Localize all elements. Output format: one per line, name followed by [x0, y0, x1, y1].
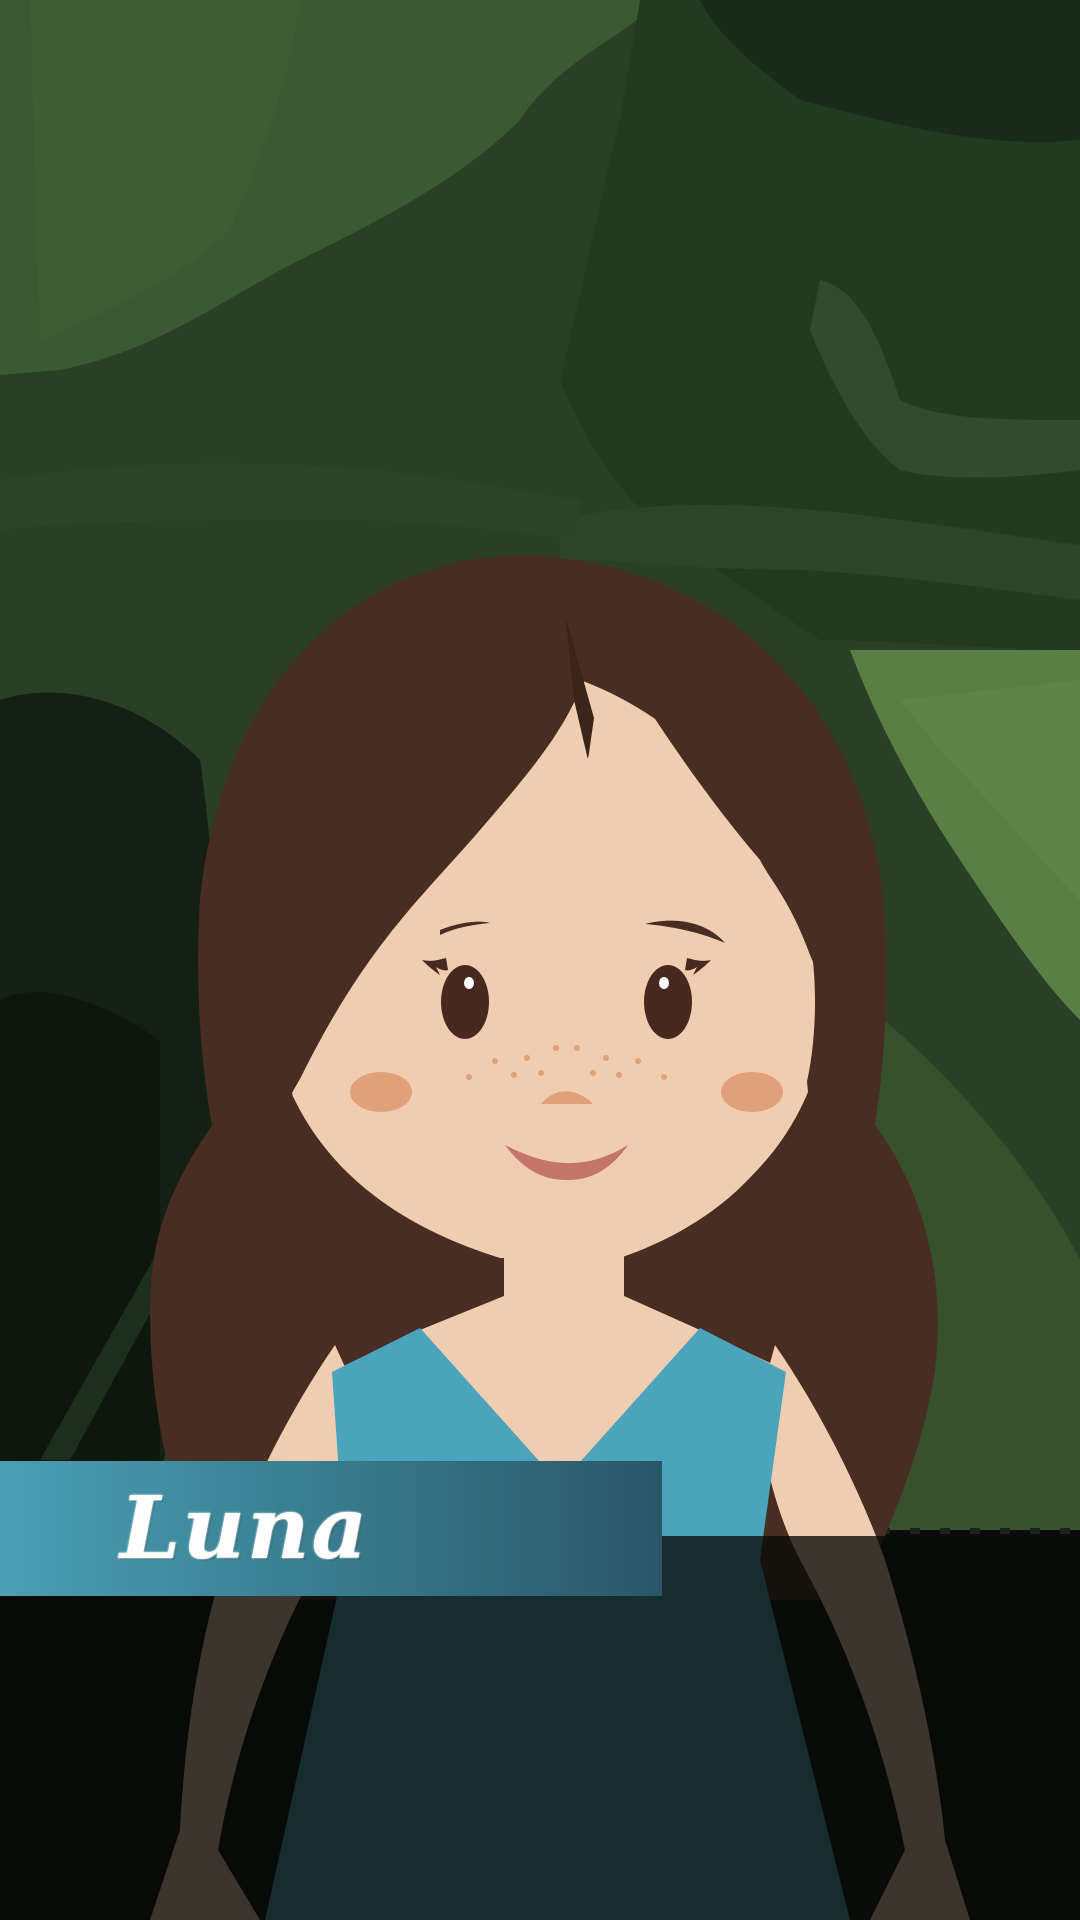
- game-scene[interactable]: Luna: [0, 0, 1080, 1920]
- dialogue-text: [0, 1600, 1080, 1680]
- character-nameplate: Luna: [0, 1461, 662, 1596]
- character-right-blush: [721, 1072, 783, 1112]
- dialogue-box[interactable]: [0, 1600, 1080, 1920]
- nameplate-label: Luna: [120, 1477, 370, 1579]
- character-left-blush: [350, 1072, 412, 1112]
